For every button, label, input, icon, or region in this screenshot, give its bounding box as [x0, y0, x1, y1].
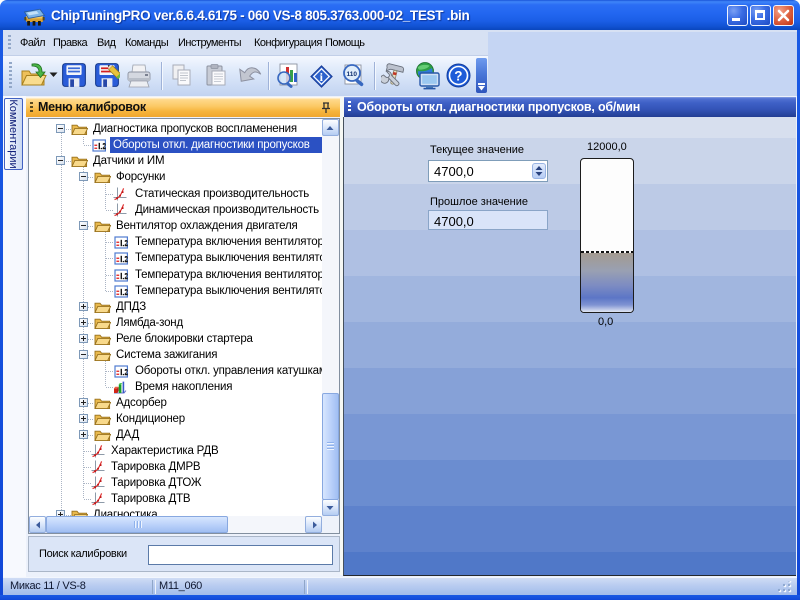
svg-text:?: ?: [454, 68, 462, 83]
svg-text:110: 110: [347, 71, 358, 78]
